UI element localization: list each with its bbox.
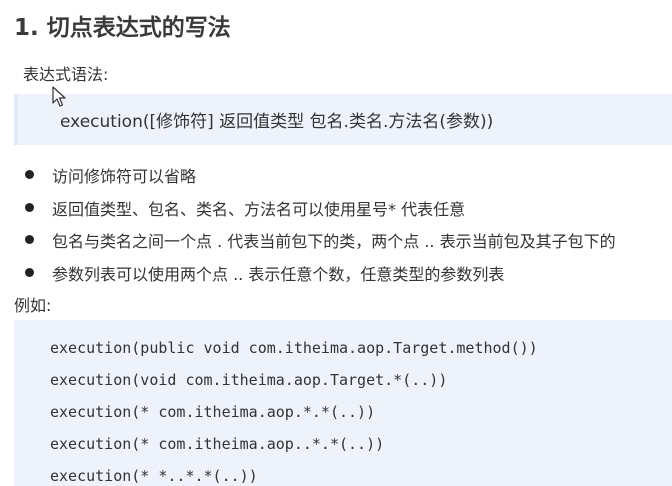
syntax-block: execution([修饰符] 返回值类型 包名.类名.方法名(参数)): [14, 94, 672, 145]
list-item-text: 参数列表可以使用两个点 .. 表示任意个数，任意类型的参数列表: [52, 264, 505, 284]
list-item: 访问修饰符可以省略: [0, 163, 672, 196]
code-line: execution(public void com.itheima.aop.Ta…: [50, 339, 538, 357]
bullet-icon: [25, 267, 34, 277]
list-item: 返回值类型、包名、类名、方法名可以使用星号* 代表任意: [0, 196, 672, 229]
rules-list: 访问修饰符可以省略 返回值类型、包名、类名、方法名可以使用星号* 代表任意 包名…: [0, 163, 672, 293]
list-item-text: 返回值类型、包名、类名、方法名可以使用星号* 代表任意: [52, 199, 466, 219]
example-label: 例如:: [14, 296, 52, 315]
bullet-icon: [25, 170, 34, 179]
code-line: execution(* *..*.*(..)): [50, 467, 258, 485]
list-item: 包名与类名之间一个点 . 代表当前包下的类，两个点 .. 表示当前包及其子包下的: [0, 228, 672, 261]
bullet-icon: [25, 235, 34, 244]
code-line: execution(* com.itheima.aop.*.*(..)): [50, 403, 376, 421]
section-heading: 1. 切点表达式的写法: [14, 15, 231, 41]
code-line: execution(void com.itheima.aop.Target.*(…: [50, 371, 448, 389]
bullet-icon: [25, 202, 34, 212]
code-block: execution(public void com.itheima.aop.Ta…: [14, 320, 672, 486]
list-item-text: 包名与类名之间一个点 . 代表当前包下的类，两个点 .. 表示当前包及其子包下的: [52, 232, 616, 251]
list-item: 参数列表可以使用两个点 .. 表示任意个数，任意类型的参数列表: [0, 261, 672, 294]
syntax-label: 表达式语法:: [23, 65, 109, 84]
list-item-text: 访问修饰符可以省略: [52, 167, 197, 186]
code-line: execution(* com.itheima.aop..*.*(..)): [50, 435, 385, 453]
mouse-pointer-icon: [52, 86, 66, 107]
syntax-expression: execution([修饰符] 返回值类型 包名.类名.方法名(参数)): [60, 112, 494, 132]
